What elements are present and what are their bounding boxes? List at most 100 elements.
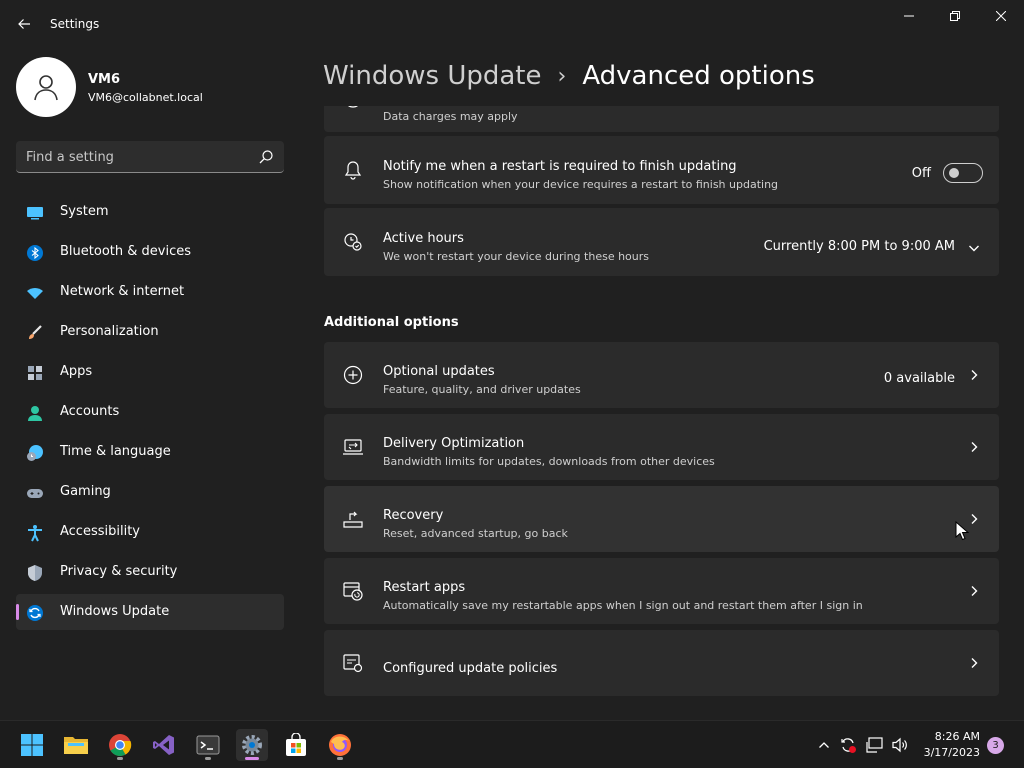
restart-apps-card[interactable]: Restart apps Automatically save my resta… [324,558,999,624]
search-box [16,141,284,173]
taskbar-firefox[interactable] [324,729,356,761]
sidebar-item-label: Personalization [60,324,159,339]
volume-icon [892,737,907,753]
close-button[interactable] [978,0,1024,32]
close-icon [996,11,1006,21]
running-indicator [337,757,343,760]
restart-apps-icon [342,580,364,602]
taskbar-file-explorer[interactable] [60,729,92,761]
sidebar-item-label: Gaming [60,484,111,499]
sidebar-item-personalization[interactable]: Personalization [16,314,284,350]
running-indicator [117,757,123,760]
sidebar-item-windows-update[interactable]: Windows Update [16,594,284,630]
bell-icon [342,159,364,181]
active-hours-subtitle: We won't restart your device during thes… [383,250,650,263]
sidebar-item-label: Accounts [60,404,120,419]
active-hours-title: Active hours [383,231,464,246]
bluetooth-icon [26,244,44,262]
app-title: Settings [50,17,100,31]
notification-count-badge[interactable]: 3 [987,737,1004,754]
taskbar-settings[interactable] [236,729,268,761]
tray-network[interactable] [865,735,885,755]
clock-time: 8:26 AM [934,730,980,743]
minimize-icon [904,15,914,17]
minimize-button[interactable] [886,0,932,32]
chevron-right-icon [967,584,981,598]
chevron-right-icon [967,440,981,454]
sidebar-item-system[interactable]: System [16,194,284,230]
sidebar-item-network[interactable]: Network & internet [16,274,284,310]
back-button[interactable] [10,10,38,38]
restore-icon [950,11,960,21]
notify-restart-toggle[interactable] [943,163,983,183]
taskbar-store[interactable] [280,729,312,761]
optional-updates-count: 0 available [883,371,955,386]
sidebar-item-gaming[interactable]: Gaming [16,474,284,510]
clock-globe-icon [26,444,44,462]
taskbar-chrome[interactable] [104,729,136,761]
policies-icon [342,652,364,674]
breadcrumb-chevron-icon: › [557,63,567,89]
shield-icon [26,564,44,582]
active-hours-card[interactable]: Active hours We won't restart your devic… [324,208,999,276]
file-explorer-icon [64,737,88,754]
delivery-optimization-subtitle: Bandwidth limits for updates, downloads … [383,455,715,468]
sidebar-item-time-language[interactable]: Time & language [16,434,284,470]
optional-updates-card[interactable]: Optional updates Feature, quality, and d… [324,342,999,408]
gamepad-icon [26,484,44,502]
update-pending-icon [841,738,856,753]
apps-icon [26,364,44,382]
title-bar: Settings [0,0,1024,48]
network-ethernet-icon [866,737,883,753]
sidebar-item-label: Time & language [60,444,171,459]
sidebar-nav: System Bluetooth & devices Network & int… [16,194,284,634]
search-icon[interactable] [258,149,274,165]
sidebar-item-label: Bluetooth & devices [60,244,191,259]
brush-icon [26,324,44,342]
accessibility-icon [26,524,44,542]
taskbar-visual-studio[interactable] [148,729,180,761]
sidebar-item-bluetooth[interactable]: Bluetooth & devices [16,234,284,270]
recovery-title: Recovery [383,508,444,523]
delivery-optimization-icon [342,436,364,458]
notify-restart-card: Notify me when a restart is required to … [324,136,999,204]
download-metered-icon [342,106,364,110]
terminal-icon [196,735,220,755]
tray-volume[interactable] [890,735,910,755]
restore-button[interactable] [932,0,978,32]
sidebar-item-label: Windows Update [60,604,170,619]
breadcrumb-parent-link[interactable]: Windows Update [323,61,542,91]
back-arrow-icon [18,19,30,29]
profile-name: VM6 [88,72,121,87]
show-hidden-icons-button[interactable] [814,735,834,755]
chevron-right-icon [967,368,981,382]
delivery-optimization-card[interactable]: Delivery Optimization Bandwidth limits f… [324,414,999,480]
sidebar-item-accessibility[interactable]: Accessibility [16,514,284,550]
sidebar-item-accounts[interactable]: Accounts [16,394,284,430]
system-clock[interactable]: 8:26 AM 3/17/2023 [918,729,980,761]
settings-icon [242,735,262,755]
configured-policies-card[interactable]: Configured update policies [324,630,999,696]
chevron-right-icon [967,656,981,670]
delivery-optimization-title: Delivery Optimization [383,436,525,451]
chevron-right-icon [967,512,981,526]
active-indicator [245,757,259,760]
search-input[interactable] [26,147,246,167]
user-profile[interactable]: VM6 VM6@collabnet.local [16,57,296,117]
recovery-subtitle: Reset, advanced startup, go back [383,527,568,540]
tray-windows-update[interactable] [838,735,858,755]
chevron-down-icon[interactable] [967,241,981,255]
restart-apps-title: Restart apps [383,580,466,595]
taskbar-terminal[interactable] [192,729,224,761]
start-icon [21,734,43,756]
sidebar-item-label: Accessibility [60,524,140,539]
accounts-icon [26,404,44,422]
notify-restart-subtitle: Show notification when your device requi… [383,178,779,191]
start-button[interactable] [16,729,48,761]
sidebar-item-apps[interactable]: Apps [16,354,284,390]
recovery-card[interactable]: Recovery Reset, advanced startup, go bac… [324,486,999,552]
clock-date: 3/17/2023 [923,746,980,759]
taskbar: 8:26 AM 3/17/2023 3 [0,720,1024,768]
sidebar-item-privacy-security[interactable]: Privacy & security [16,554,284,590]
metered-connection-card[interactable]: Data charges may apply [324,106,999,132]
